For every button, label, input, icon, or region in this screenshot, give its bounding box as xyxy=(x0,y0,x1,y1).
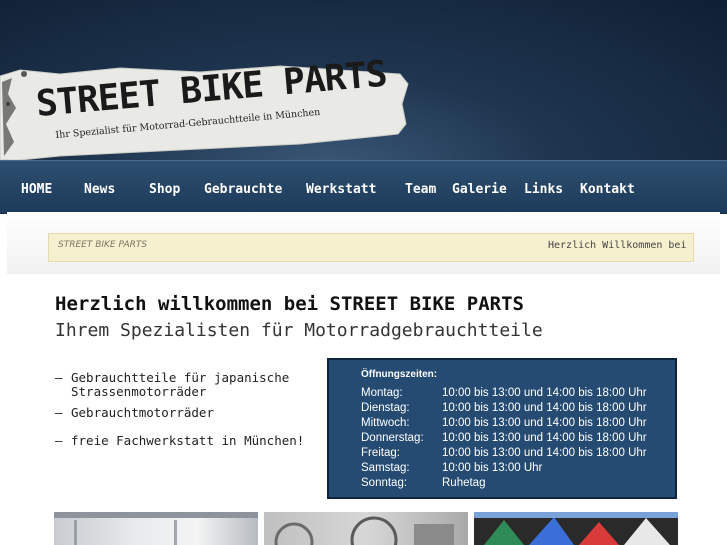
list-item: — Gebrauchtteile für japanische Strassen… xyxy=(55,371,325,399)
opening-hours-box: Öffnungszeiten: Montag: 10:00 bis 13:00 … xyxy=(327,358,677,499)
hours-time: 10:00 bis 13:00 und 14:00 bis 18:00 Uhr xyxy=(442,417,647,429)
nav-item-news[interactable]: News xyxy=(84,182,115,197)
hours-day: Samstag: xyxy=(361,462,410,474)
shop-interior-image xyxy=(54,512,258,545)
hours-time: 10:00 bis 13:00 und 14:00 bis 18:00 Uhr xyxy=(442,387,647,399)
list-item-line: Gebrauchtmotorräder xyxy=(71,405,214,420)
page-title: Herzlich willkommen bei STREET BIKE PART… xyxy=(55,293,524,315)
list-item-line: freie Fachwerkstatt in München! xyxy=(71,433,305,448)
dash-bullet: — xyxy=(55,405,63,420)
nav-item-werkstatt[interactable]: Werkstatt xyxy=(306,182,376,197)
nav-item-galerie[interactable]: Galerie xyxy=(452,182,507,197)
hours-day: Dienstag: xyxy=(361,402,410,414)
hours-day: Donnerstag: xyxy=(361,432,424,444)
ticker-logo: STREET BIKE PARTS xyxy=(58,240,148,250)
hours-day: Mittwoch: xyxy=(361,417,410,429)
hours-time: 10:00 bis 13:00 und 14:00 bis 18:00 Uhr xyxy=(442,402,647,414)
gallery-photo-fairings[interactable] xyxy=(474,512,678,545)
ticker-message: Herzlich Willkommen bei xyxy=(548,240,687,251)
motorcycle-parts-image xyxy=(274,516,454,545)
nav-item-kontakt[interactable]: Kontakt xyxy=(580,182,635,197)
hours-day: Montag: xyxy=(361,387,403,399)
hours-time: 10:00 bis 13:00 Uhr xyxy=(442,462,543,474)
list-item-line: Gebrauchtteile für japanische xyxy=(71,370,290,385)
hours-time: 10:00 bis 13:00 und 14:00 bis 18:00 Uhr xyxy=(442,432,647,444)
list-item-line: Strassenmotorräder xyxy=(71,384,207,399)
list-item: — freie Fachwerkstatt in München! xyxy=(55,434,325,448)
gallery-photo-parts[interactable] xyxy=(264,512,468,545)
main-navigation: HOME News Shop Gebrauchte Werkstatt Team… xyxy=(0,160,727,213)
feature-list: — Gebrauchtteile für japanische Strassen… xyxy=(55,371,325,455)
hours-day: Freitag: xyxy=(361,447,400,459)
colorful-fairings-image xyxy=(474,512,678,545)
dash-bullet: — xyxy=(55,433,63,448)
list-item: — Gebrauchtmotorräder xyxy=(55,406,325,420)
gallery-photo-shop[interactable] xyxy=(54,512,258,545)
nav-item-links[interactable]: Links xyxy=(524,182,563,197)
page-subtitle: Ihrem Spezialisten für Motorradgebraucht… xyxy=(55,320,543,341)
nav-item-shop[interactable]: Shop xyxy=(149,182,180,197)
hours-time: 10:00 bis 13:00 und 14:00 bis 18:00 Uhr xyxy=(442,447,647,459)
nav-item-gebrauchte[interactable]: Gebrauchte xyxy=(204,182,282,197)
hours-day: Sonntag: xyxy=(361,477,408,489)
hours-time: Ruhetag xyxy=(442,477,486,489)
nav-item-home[interactable]: HOME xyxy=(21,182,52,197)
nav-item-team[interactable]: Team xyxy=(405,182,436,197)
opening-hours-title: Öffnungszeiten: xyxy=(361,369,438,380)
dash-bullet: — xyxy=(55,370,63,385)
